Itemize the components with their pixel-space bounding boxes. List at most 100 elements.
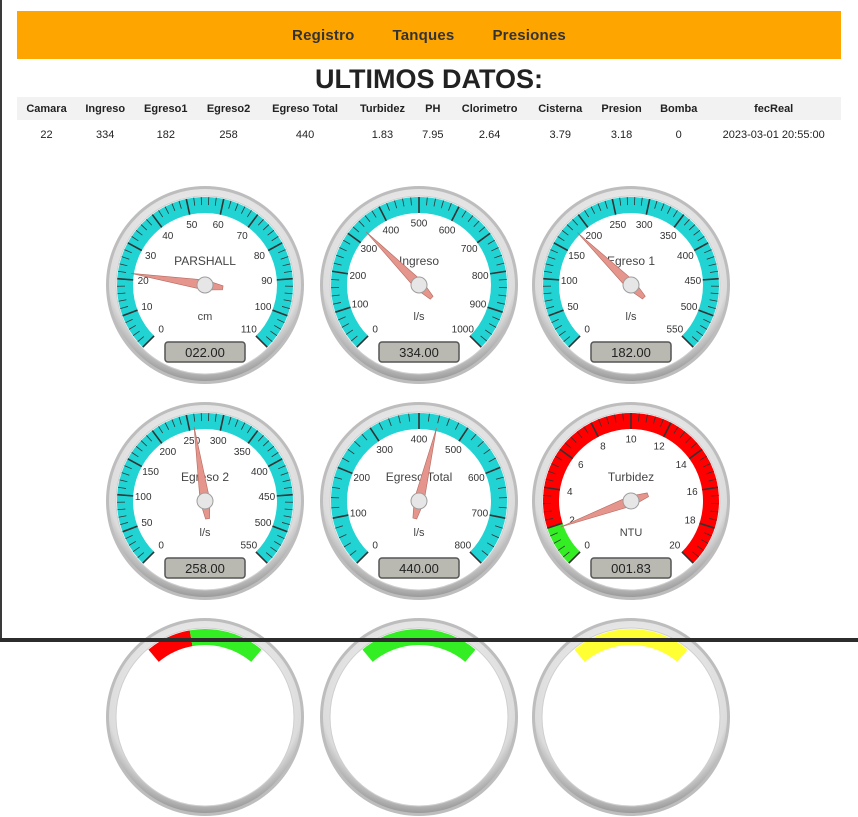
gauge-tick-label: 100	[255, 302, 272, 313]
gauge-tick-label: 4	[567, 487, 573, 498]
gauge-tick-label: 0	[584, 540, 590, 551]
cell-bomba: 0	[651, 120, 706, 150]
gauge-tick-label: 16	[687, 487, 699, 498]
gauge-tick-label: 150	[142, 467, 159, 478]
cell-turbidez: 1.83	[350, 120, 415, 150]
nav-presiones-link[interactable]: Presiones	[492, 27, 566, 44]
cell-egreso-total: 440	[260, 120, 350, 150]
gauge-minor-tick	[499, 279, 507, 280]
gauge-tick-label: 20	[138, 276, 150, 287]
gauge-tick-label: 400	[383, 225, 400, 236]
gauge-major-tick	[277, 495, 293, 496]
gauge-tick-label: 30	[145, 251, 157, 262]
gauge-tick-label: 100	[561, 276, 578, 287]
gauge-egreso-total: 0100200300400500600700800Egreso Totall/s…	[319, 401, 519, 601]
cell-egreso1: 182	[134, 120, 197, 150]
table-header-row: Camara Ingreso Egreso1 Egreso2 Egreso To…	[17, 97, 841, 120]
gauge-hub	[411, 277, 427, 293]
gauge-tick-label: 14	[676, 460, 688, 471]
window-bottom-border	[0, 638, 858, 642]
gauge-tick-label: 300	[636, 220, 653, 231]
nav-registro-link[interactable]: Registro	[292, 27, 354, 44]
cell-camara: 22	[17, 120, 76, 150]
gauge-tick-label: 50	[141, 518, 153, 529]
gauge-tick-label: 10	[141, 302, 153, 313]
col-header-clorimetro: Clorimetro	[451, 97, 529, 120]
cell-clorimetro: 2.64	[451, 120, 529, 150]
gauge-dial: 02468101214161820TurbidezNTU001.83	[531, 401, 731, 601]
gauge-dial: 0102030405060708090100110PARSHALLcm022.0…	[105, 185, 305, 385]
col-header-egreso1: Egreso1	[134, 97, 197, 120]
cell-fecreal: 2023-03-01 20:55:00	[706, 120, 841, 150]
page-title: ULTIMOS DATOS:	[0, 64, 858, 95]
col-header-ingreso: Ingreso	[76, 97, 134, 120]
gauge-tick-label: 0	[158, 540, 164, 551]
nav-tanques-link[interactable]: Tanques	[392, 27, 454, 44]
gauge-tick-label: 400	[411, 435, 428, 446]
gauge-tick-label: 600	[468, 473, 485, 484]
gauge-tick-label: 400	[677, 251, 694, 262]
gauge-tick-label: 800	[454, 540, 471, 551]
col-header-turbidez: Turbidez	[350, 97, 415, 120]
gauge-tick-label: 90	[261, 276, 273, 287]
gauge-dial: 050100150200250300350400450500550Egreso …	[531, 185, 731, 385]
top-navbar: Registro Tanques Presiones	[17, 11, 841, 59]
gauge-lcd-value: 440.00	[399, 561, 439, 576]
gauge-major-tick	[117, 279, 133, 280]
gauge-units: l/s	[626, 311, 638, 323]
gauge-tick-label: 20	[669, 540, 681, 551]
gauge-tick-label: 50	[567, 302, 579, 313]
gauge-tick-label: 300	[360, 244, 377, 255]
table-row: 22 334 182 258 440 1.83 7.95 2.64 3.79 3…	[17, 120, 841, 150]
gauge-tick-label: 200	[353, 473, 370, 484]
gauge-egreso-1: 050100150200250300350400450500550Egreso …	[531, 185, 731, 385]
gauge-tick-label: 350	[660, 231, 677, 242]
gauge-minor-tick	[711, 495, 719, 496]
gauge-tick-label: 500	[255, 518, 272, 529]
gauge-tick-label: 900	[470, 300, 487, 311]
cell-cisterna: 3.79	[528, 120, 592, 150]
gauge-tick-label: 600	[439, 225, 456, 236]
gauge-tick-label: 70	[237, 231, 249, 242]
gauge-lcd-value: 022.00	[185, 345, 225, 360]
col-header-egreso-total: Egreso Total	[260, 97, 350, 120]
gauge-tick-label: 700	[461, 244, 478, 255]
cell-presion: 3.18	[592, 120, 651, 150]
gauge-hub	[623, 277, 639, 293]
gauge-major-tick	[277, 279, 293, 280]
gauge-dial: 0100200300400500600700800Egreso Totall/s…	[319, 401, 519, 601]
col-header-fecreal: fecReal	[706, 97, 841, 120]
gauge-hub	[623, 493, 639, 509]
col-header-cisterna: Cisterna	[528, 97, 592, 120]
gauge-face	[330, 628, 508, 806]
cell-ph: 7.95	[415, 120, 451, 150]
gauge-major-tick	[703, 279, 719, 280]
gauge-tick-label: 200	[159, 447, 176, 458]
latest-data-table: Camara Ingreso Egreso1 Egreso2 Egreso To…	[17, 97, 841, 150]
gauge-tick-label: 350	[234, 447, 251, 458]
gauge-tick-label: 550	[666, 324, 683, 335]
gauge-egreso-2: 050100150200250300350400450500550Egreso …	[105, 401, 305, 601]
gauge-tick-label: 450	[258, 492, 275, 503]
gauge-tick-label: 500	[681, 302, 698, 313]
gauge-face	[542, 628, 720, 806]
gauge-major-tick	[543, 279, 559, 280]
gauge-tick-label: 450	[684, 276, 701, 287]
gauge-major-tick	[117, 495, 133, 496]
gauge-lcd-value: 001.83	[611, 561, 651, 576]
gauge-tick-label: 6	[578, 460, 584, 471]
gauge-units: l/s	[200, 527, 212, 539]
gauge-tick-label: 0	[158, 324, 164, 335]
gauge-tick-label: 50	[186, 220, 198, 231]
gauge-tick-label: 100	[352, 300, 369, 311]
gauge-turbidez: 02468101214161820TurbidezNTU001.83	[531, 401, 731, 601]
gauge-hub	[197, 277, 213, 293]
cell-ingreso: 334	[76, 120, 134, 150]
gauge-tick-label: 250	[609, 220, 626, 231]
gauge-tick-label: 100	[350, 509, 367, 520]
gauge-lcd-value: 182.00	[611, 345, 651, 360]
gauge-tick-label: 1000	[452, 324, 475, 335]
col-header-camara: Camara	[17, 97, 76, 120]
gauge-tick-label: 550	[240, 540, 257, 551]
gauge-dial	[319, 617, 519, 817]
